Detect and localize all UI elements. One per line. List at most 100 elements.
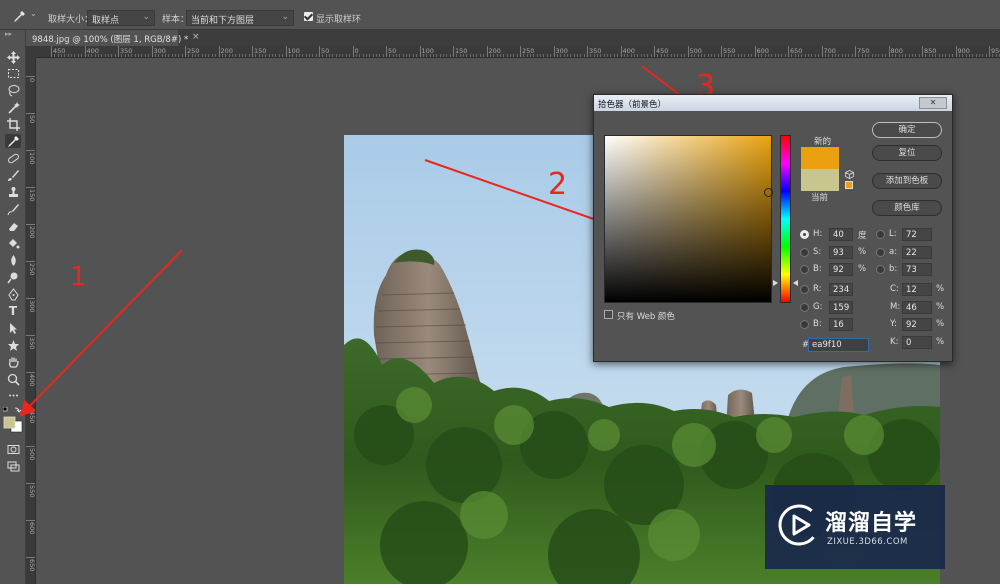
ruler-minor-tick (463, 54, 465, 57)
lab-a-input[interactable]: 22 (902, 246, 932, 259)
current-color-swatch[interactable] (801, 169, 839, 191)
black-unit: % (936, 337, 945, 347)
ruler-minor-tick (560, 54, 562, 57)
reset-button[interactable]: 复位 (872, 145, 942, 161)
sample-size-select[interactable]: 取样点 ⌄ (87, 10, 155, 26)
saturation-radio[interactable] (800, 248, 809, 257)
ruler-origin[interactable] (26, 46, 36, 58)
close-icon[interactable]: ✕ (919, 97, 947, 109)
brightness-radio[interactable] (800, 265, 809, 274)
color-picker-cursor[interactable] (764, 188, 773, 197)
chevron-down-icon[interactable]: ⌄ (30, 9, 37, 18)
crop-tool[interactable] (5, 117, 21, 131)
color-libraries-button[interactable]: 颜色库 (872, 200, 942, 216)
collapse-icon[interactable]: ▸▸ (5, 30, 12, 38)
hue-slider-right-handle[interactable] (793, 280, 798, 286)
type-tool[interactable]: T (5, 304, 21, 318)
eraser-tool[interactable] (5, 219, 21, 233)
web-safe-color-swatch[interactable] (845, 181, 853, 189)
ruler-minor-tick (731, 54, 733, 57)
default-colors-icon (3, 407, 8, 412)
ruler-minor-tick (583, 54, 585, 57)
hue-slider-left-handle[interactable] (773, 280, 778, 286)
healing-icon (7, 153, 19, 163)
saturation-input[interactable]: 93 (829, 246, 853, 259)
lasso-tool[interactable] (5, 83, 21, 97)
ok-button[interactable]: 确定 (872, 122, 942, 138)
ruler-minor-tick (241, 54, 243, 57)
pen-tool[interactable] (5, 287, 21, 301)
marquee-tool[interactable] (5, 66, 21, 80)
lab-l-radio[interactable] (876, 230, 885, 239)
ruler-minor-tick (737, 54, 739, 57)
red-input[interactable]: 234 (829, 283, 853, 296)
ruler-tick (218, 46, 220, 57)
ruler-tick-label: 150 (28, 189, 36, 202)
ruler-minor-tick (741, 54, 743, 57)
shape-tool[interactable] (5, 338, 21, 352)
ruler-minor-tick (603, 54, 605, 57)
brush-tool[interactable] (5, 168, 21, 182)
ruler-minor-tick (972, 54, 974, 57)
lab-b-input[interactable]: 73 (902, 263, 932, 276)
green-input[interactable]: 159 (829, 301, 853, 314)
web-safe-cube-icon[interactable] (845, 170, 854, 179)
blue-radio[interactable] (800, 320, 809, 329)
black-input[interactable]: 0 (902, 336, 932, 349)
stamp-icon (8, 186, 18, 197)
document-tab[interactable]: 9848.jpg @ 100% (图层 1, RGB/8#) * (26, 30, 188, 46)
magenta-input[interactable]: 46 (902, 301, 932, 314)
blue-input[interactable]: 16 (829, 318, 853, 331)
hue-input[interactable]: 40 (829, 228, 853, 241)
path-select-tool[interactable] (5, 321, 21, 335)
brightness-input[interactable]: 92 (829, 263, 853, 276)
hue-label: H: (813, 229, 823, 239)
screen-mode-button[interactable] (5, 459, 21, 473)
ruler-minor-tick (231, 54, 233, 57)
yellow-label: Y: (890, 319, 897, 329)
color-swatches[interactable] (3, 407, 23, 437)
sample-select[interactable]: 当前和下方图层 ⌄ (186, 10, 294, 26)
eyedropper-tool-preset-icon[interactable] (12, 10, 26, 24)
dodge-tool[interactable] (5, 270, 21, 284)
hand-tool[interactable] (5, 355, 21, 369)
more-tools[interactable] (5, 388, 21, 402)
hue-row: H: 40 度 (800, 228, 876, 241)
magenta-label: M: (890, 302, 901, 312)
only-web-colors-checkbox[interactable] (604, 310, 613, 319)
quick-mask-button[interactable] (5, 442, 21, 456)
saturation-brightness-field[interactable] (604, 135, 773, 303)
vertical-ruler[interactable]: 0 50 100 150 200 250 300 350 400 450 500 550 600 650 (26, 58, 36, 584)
ruler-minor-tick (573, 54, 575, 57)
ruler-minor-tick (898, 54, 900, 57)
chevron-down-icon: ⌄ (281, 12, 289, 22)
healing-tool[interactable] (5, 151, 21, 165)
cyan-input[interactable]: 12 (902, 283, 932, 296)
hue-slider[interactable] (780, 135, 791, 303)
red-radio[interactable] (800, 285, 809, 294)
ruler-minor-tick (265, 54, 267, 57)
lab-b-radio[interactable] (876, 265, 885, 274)
blur-tool[interactable] (5, 253, 21, 267)
green-radio[interactable] (800, 303, 809, 312)
yellow-input[interactable]: 92 (902, 318, 932, 331)
move-tool[interactable] (5, 50, 21, 64)
history-brush-tool[interactable] (5, 202, 21, 216)
lab-a-label: a: (889, 247, 898, 257)
close-tab-icon[interactable]: × (192, 32, 200, 42)
bucket-tool[interactable] (5, 236, 21, 250)
lab-a-radio[interactable] (876, 248, 885, 257)
hex-input[interactable]: ea9f10 (808, 338, 869, 352)
add-to-swatches-button[interactable]: 添加到色板 (872, 173, 942, 189)
ruler-minor-tick (339, 54, 341, 57)
horizontal-ruler[interactable]: 450 400 350 300 250 200 150 100 50 0 50 100 150 200 25… (36, 46, 1000, 58)
lab-l-input[interactable]: 72 (902, 228, 932, 241)
show-ring-checkbox[interactable] (304, 12, 313, 21)
dialog-title-bar[interactable]: 拾色器（前景色） ✕ (594, 95, 952, 111)
stamp-tool[interactable] (5, 185, 21, 199)
screen-mode-icon (7, 461, 19, 471)
magic-wand-tool[interactable] (5, 100, 21, 114)
eyedropper-tool[interactable] (5, 134, 21, 148)
zoom-tool[interactable] (5, 372, 21, 386)
hue-radio[interactable] (800, 230, 809, 239)
